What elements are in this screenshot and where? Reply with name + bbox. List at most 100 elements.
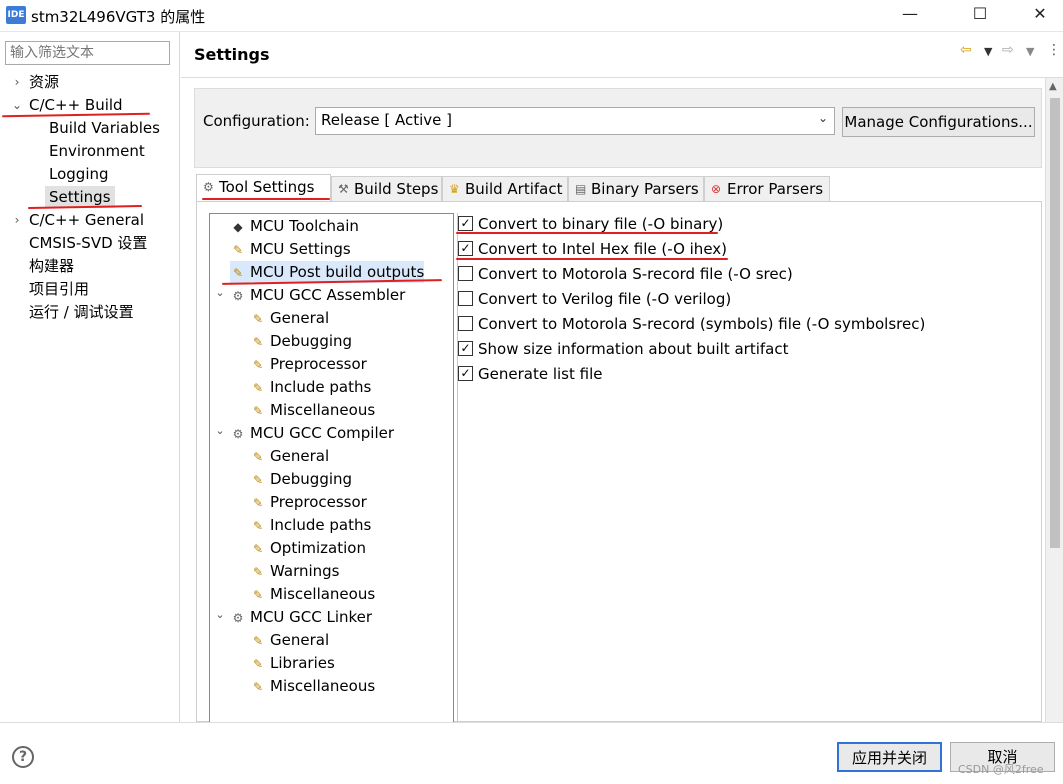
settings-page-icon: ✎: [232, 266, 244, 280]
tree-item-gcc-assembler[interactable]: ⚙ MCU GCC Assembler: [230, 284, 406, 306]
tree-item-compiler-optimization[interactable]: ✎ Optimization: [250, 537, 366, 559]
tool-settings-tree: ◆ MCU Toolchain ✎ MCU Settings ✎ MCU Post b…: [209, 213, 454, 723]
tree-item-linker-miscellaneous[interactable]: ✎ Miscellaneous: [250, 675, 375, 697]
nav-item-cpp-general[interactable]: C/C++ General: [29, 209, 144, 231]
checkbox-unchecked[interactable]: [458, 266, 473, 281]
close-button[interactable]: ✕: [1017, 0, 1063, 31]
settings-page-icon: ✎: [252, 496, 264, 510]
tree-item-label: Libraries: [270, 654, 335, 672]
menu-icon[interactable]: ⋮: [1047, 42, 1061, 58]
tree-item-label: General: [270, 447, 330, 465]
configuration-select[interactable]: Release [ Active ] ⌄: [315, 107, 835, 135]
tree-item-label: MCU GCC Assembler: [250, 286, 406, 304]
tree-item-label: Debugging: [270, 332, 353, 350]
nav-item-project-references[interactable]: 项目引用: [29, 278, 89, 300]
settings-page-icon: ✎: [252, 381, 264, 395]
tab-error-parsers[interactable]: ⊗ Error Parsers: [704, 176, 830, 202]
checkbox-unchecked[interactable]: [458, 291, 473, 306]
chevron-down-icon[interactable]: ⌄: [10, 94, 24, 116]
tab-build-artifact[interactable]: ♛ Build Artifact: [442, 176, 568, 202]
scroll-up-icon[interactable]: ▲: [1049, 81, 1057, 92]
checkbox-checked[interactable]: ✓: [458, 366, 473, 381]
vertical-scrollbar[interactable]: ▲: [1045, 78, 1063, 722]
watermark: CSDN @风2free: [958, 763, 1044, 776]
nav-item-environment[interactable]: Environment: [49, 140, 145, 162]
chevron-right-icon[interactable]: ›: [10, 71, 24, 93]
back-arrow-icon[interactable]: ⇦: [960, 42, 972, 58]
nav-item-resources[interactable]: 资源: [29, 71, 59, 93]
tab-label: Build Artifact: [465, 180, 563, 198]
settings-page-icon: ✎: [252, 565, 264, 579]
tab-binary-parsers[interactable]: ▤ Binary Parsers: [568, 176, 704, 202]
checkbox-checked[interactable]: ✓: [458, 241, 473, 256]
chip-icon: ◆: [233, 220, 243, 234]
tree-item-gcc-compiler[interactable]: ⚙ MCU GCC Compiler: [230, 422, 394, 444]
tree-item-compiler-warnings[interactable]: ✎ Warnings: [250, 560, 340, 582]
tab-build-steps[interactable]: ⚒ Build Steps: [331, 176, 442, 202]
tree-item-assembler-preprocessor[interactable]: ✎ Preprocessor: [250, 353, 367, 375]
dropdown-icon[interactable]: ▼: [984, 45, 992, 58]
post-build-options: ✓ Convert to binary file (-O binary) ✓ Con…: [457, 213, 1043, 723]
nav-item-builders[interactable]: 构建器: [29, 255, 74, 277]
tree-item-label: Miscellaneous: [270, 677, 376, 695]
left-navigation-panel: › 资源 ⌄ C/C++ Build Build Variables Envir…: [0, 32, 180, 722]
tree-item-compiler-preprocessor[interactable]: ✎ Preprocessor: [250, 491, 367, 513]
tree-item-compiler-debugging[interactable]: ✎ Debugging: [250, 468, 352, 490]
chevron-down-icon[interactable]: ⌄: [214, 286, 226, 299]
tree-item-label: Include paths: [270, 378, 372, 396]
dropdown-icon[interactable]: ▼: [1026, 45, 1034, 58]
checkbox-checked[interactable]: ✓: [458, 216, 473, 231]
help-icon[interactable]: ?: [12, 746, 34, 768]
tree-item-assembler-debugging[interactable]: ✎ Debugging: [250, 330, 352, 352]
nav-item-cmsis-svd[interactable]: CMSIS-SVD 设置: [29, 232, 147, 254]
gear-icon: ⚙: [232, 289, 244, 303]
option-label: Convert to Intel Hex file (-O ihex): [478, 240, 728, 258]
tree-item-assembler-general[interactable]: ✎ General: [250, 307, 329, 329]
settings-page-icon: ✎: [252, 312, 264, 326]
nav-item-run-debug-settings[interactable]: 运行 / 调试设置: [29, 301, 134, 323]
apply-and-close-button[interactable]: 应用并关闭: [837, 742, 942, 772]
chevron-right-icon[interactable]: ›: [10, 209, 24, 231]
tree-item-label: Miscellaneous: [270, 585, 376, 603]
tree-item-compiler-general[interactable]: ✎ General: [250, 445, 329, 467]
tree-item-label: MCU Post build outputs: [250, 263, 425, 281]
minimize-button[interactable]: —: [887, 0, 933, 31]
settings-page-icon: ✎: [252, 358, 264, 372]
annotation-underline: [202, 198, 330, 200]
checkbox-checked[interactable]: ✓: [458, 341, 473, 356]
forward-arrow-icon[interactable]: ⇨: [1002, 42, 1014, 58]
tree-item-label: MCU Settings: [250, 240, 351, 258]
tree-item-mcu-toolchain[interactable]: ◆ MCU Toolchain: [230, 215, 359, 237]
tree-item-compiler-include-paths[interactable]: ✎ Include paths: [250, 514, 371, 536]
tree-item-label: Include paths: [270, 516, 372, 534]
manage-configurations-button[interactable]: Manage Configurations...: [842, 107, 1035, 137]
gear-icon: ⚙: [203, 180, 214, 194]
tree-item-label: MCU Toolchain: [250, 217, 359, 235]
filter-input[interactable]: [5, 41, 170, 65]
maximize-button[interactable]: ☐: [957, 0, 1003, 31]
tree-item-mcu-settings[interactable]: ✎ MCU Settings: [230, 238, 351, 260]
nav-item-logging[interactable]: Logging: [49, 163, 109, 185]
tab-label: Build Steps: [354, 180, 439, 198]
checkbox-unchecked[interactable]: [458, 316, 473, 331]
tree-item-linker-libraries[interactable]: ✎ Libraries: [250, 652, 335, 674]
settings-page-icon: ✎: [252, 473, 264, 487]
tree-item-assembler-miscellaneous[interactable]: ✎ Miscellaneous: [250, 399, 375, 421]
option-label: Convert to Verilog file (-O verilog): [478, 290, 732, 308]
tree-item-compiler-miscellaneous[interactable]: ✎ Miscellaneous: [250, 583, 375, 605]
tree-item-assembler-include-paths[interactable]: ✎ Include paths: [250, 376, 371, 398]
option-label: Generate list file: [478, 365, 603, 383]
tree-item-linker-general[interactable]: ✎ General: [250, 629, 329, 651]
gear-icon: ⚙: [232, 427, 244, 441]
nav-item-build-variables[interactable]: Build Variables: [49, 117, 160, 139]
settings-page-icon: ✎: [252, 404, 264, 418]
option-label: Convert to Motorola S-record file (-O sr…: [478, 265, 793, 283]
chevron-down-icon[interactable]: ⌄: [214, 424, 226, 437]
scrollbar-thumb[interactable]: [1050, 98, 1060, 548]
tree-item-gcc-linker[interactable]: ⚙ MCU GCC Linker: [230, 606, 372, 628]
tree-item-label: MCU GCC Linker: [250, 608, 373, 626]
tab-label: Tool Settings: [219, 178, 315, 196]
configuration-bar: Configuration: Release [ Active ] ⌄ Mana…: [194, 88, 1042, 168]
chevron-down-icon[interactable]: ⌄: [214, 608, 226, 621]
dialog-footer: ? 应用并关闭 取消 CSDN @风2free: [0, 722, 1063, 784]
